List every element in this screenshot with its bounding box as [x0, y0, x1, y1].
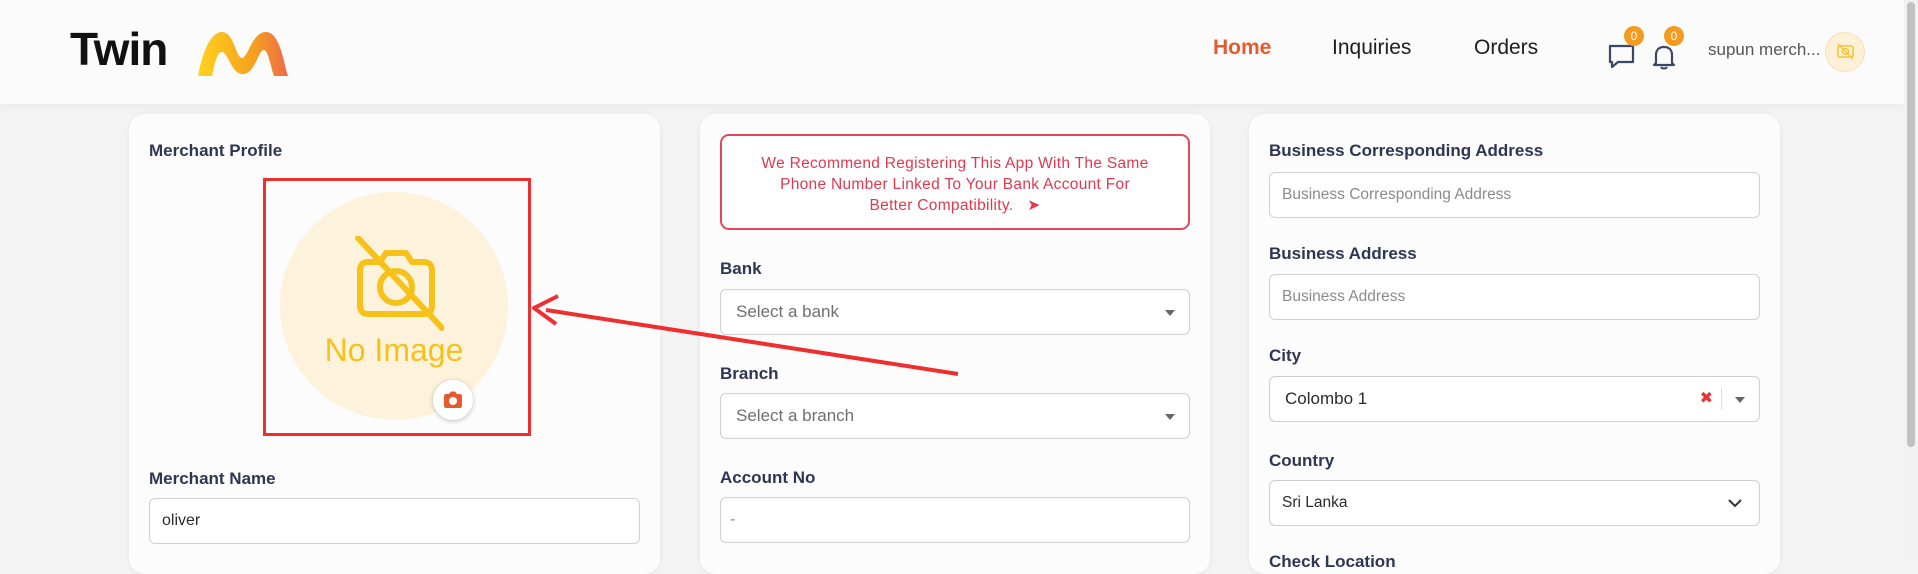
page-scrollbar[interactable]	[1904, 0, 1918, 562]
scrollbar-thumb[interactable]	[1907, 2, 1915, 447]
annotation-arrow	[532, 294, 959, 376]
